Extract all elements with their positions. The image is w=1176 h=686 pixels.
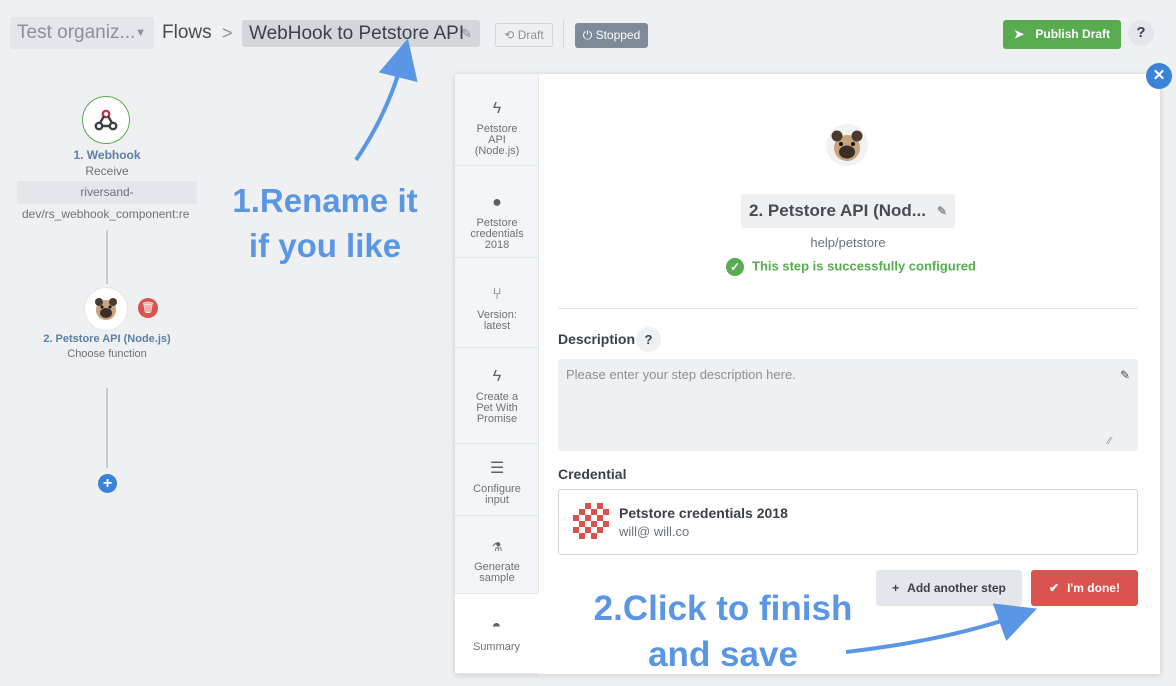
finish-arrow [845,603,1038,654]
annotation-arrows [354,38,1038,654]
rename-arrow [354,38,418,162]
